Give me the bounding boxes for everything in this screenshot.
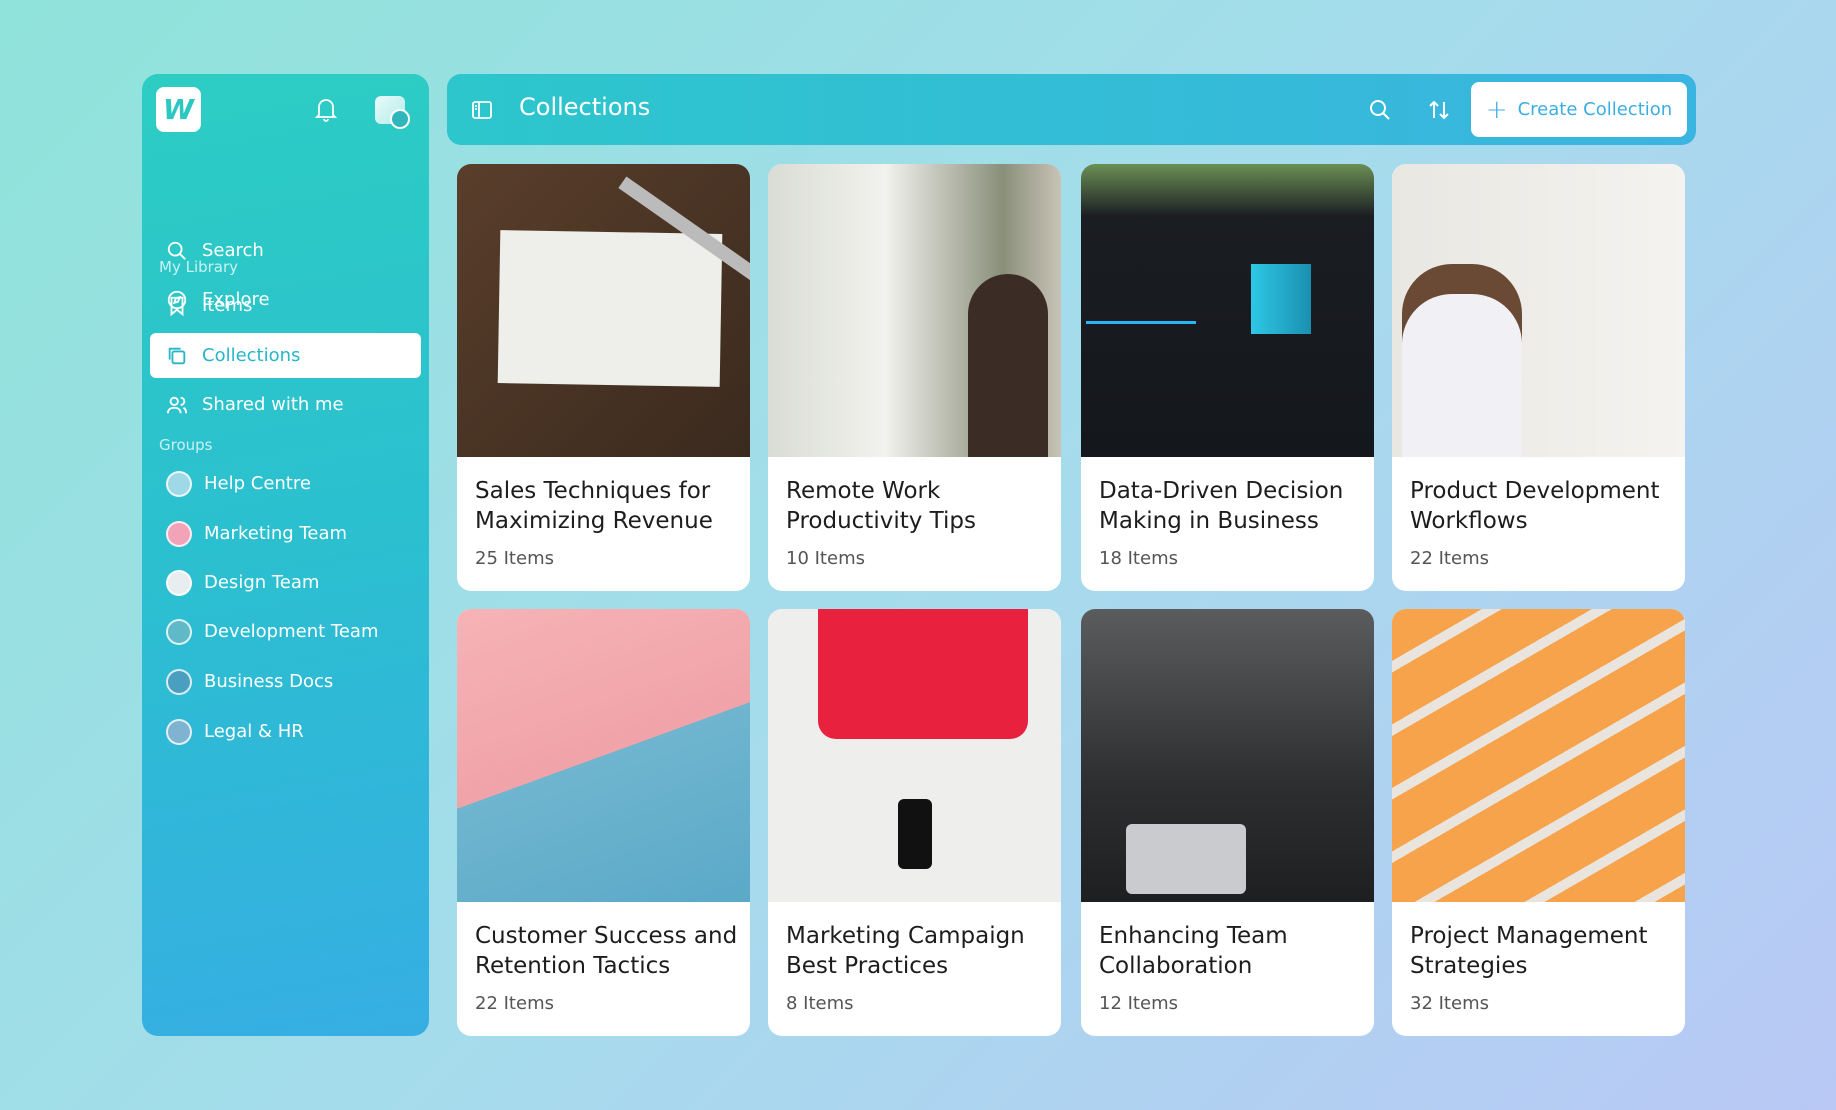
collection-image bbox=[1081, 164, 1374, 457]
collection-image bbox=[457, 609, 750, 902]
group-label: Business Docs bbox=[204, 671, 334, 692]
plus-icon: + bbox=[1485, 94, 1508, 125]
my-library-heading: My Library bbox=[159, 258, 239, 276]
group-avatar-icon bbox=[166, 618, 192, 645]
collection-title: Marketing Campaign Best Practices bbox=[786, 923, 1025, 979]
collection-card[interactable]: Product Development Workflows 22 Items bbox=[1392, 164, 1685, 591]
app-logo[interactable]: W bbox=[156, 87, 201, 132]
group-label: Legal & HR bbox=[204, 721, 304, 742]
group-label: Marketing Team bbox=[204, 523, 348, 544]
collection-title: Project Management Strategies bbox=[1410, 923, 1648, 979]
collection-title: Product Development Workflows bbox=[1410, 478, 1660, 534]
collection-count: 12 Items bbox=[1099, 993, 1178, 1014]
collection-image bbox=[768, 609, 1061, 902]
collection-card[interactable]: Marketing Campaign Best Practices 8 Item… bbox=[768, 609, 1061, 1036]
collection-card[interactable]: Enhancing Team Collaboration 12 Items bbox=[1081, 609, 1374, 1036]
collection-image bbox=[1081, 609, 1374, 902]
sort-icon[interactable] bbox=[1427, 98, 1451, 122]
group-label: Development Team bbox=[204, 621, 379, 642]
page-title: Collections bbox=[519, 93, 651, 121]
group-label: Design Team bbox=[204, 572, 320, 593]
collection-count: 8 Items bbox=[786, 993, 854, 1014]
sidebar: W Search Explore My Library Items Collec… bbox=[142, 74, 429, 1036]
bookmark-icon bbox=[170, 296, 184, 316]
groups-heading: Groups bbox=[159, 436, 213, 454]
sidebar-item-label: Shared with me bbox=[202, 394, 344, 415]
collection-image bbox=[1392, 164, 1685, 457]
collection-count: 25 Items bbox=[475, 548, 554, 569]
collection-count: 10 Items bbox=[786, 548, 865, 569]
header-bar: Collections + Create Collection bbox=[447, 74, 1696, 145]
group-avatar-icon bbox=[166, 520, 192, 547]
group-legal-hr[interactable]: Legal & HR bbox=[150, 709, 421, 754]
collection-title: Remote Work Productivity Tips bbox=[786, 478, 976, 534]
sidebar-item-shared[interactable]: Shared with me bbox=[150, 382, 421, 427]
collection-count: 18 Items bbox=[1099, 548, 1178, 569]
sidebar-item-collections[interactable]: Collections bbox=[150, 333, 421, 378]
collection-title: Customer Success and Retention Tactics bbox=[475, 923, 738, 979]
collection-image bbox=[1392, 609, 1685, 902]
sidebar-item-items[interactable]: Items bbox=[150, 283, 421, 328]
collection-title: Enhancing Team Collaboration bbox=[1099, 923, 1288, 979]
group-development-team[interactable]: Development Team bbox=[150, 609, 421, 654]
collection-count: 22 Items bbox=[475, 993, 554, 1014]
collection-card[interactable]: Sales Techniques for Maximizing Revenue … bbox=[457, 164, 750, 591]
collection-title: Data-Driven Decision Making in Business bbox=[1099, 478, 1344, 534]
users-icon bbox=[166, 396, 188, 413]
create-collection-label: Create Collection bbox=[1517, 99, 1673, 120]
group-business-docs[interactable]: Business Docs bbox=[150, 659, 421, 704]
create-collection-button[interactable]: + Create Collection bbox=[1471, 82, 1687, 137]
user-avatar[interactable] bbox=[375, 96, 410, 129]
search-icon[interactable] bbox=[1368, 98, 1392, 122]
sidebar-toggle-icon[interactable] bbox=[470, 98, 494, 122]
collection-card[interactable]: Customer Success and Retention Tactics 2… bbox=[457, 609, 750, 1036]
group-avatar-icon bbox=[166, 470, 192, 497]
collection-card[interactable]: Remote Work Productivity Tips 10 Items bbox=[768, 164, 1061, 591]
group-design-team[interactable]: Design Team bbox=[150, 560, 421, 605]
collection-image bbox=[457, 164, 750, 457]
collection-image bbox=[768, 164, 1061, 457]
group-help-centre[interactable]: Help Centre bbox=[150, 461, 421, 506]
sidebar-item-label: Collections bbox=[202, 345, 301, 366]
collection-count: 22 Items bbox=[1410, 548, 1489, 569]
group-avatar-icon bbox=[166, 569, 192, 596]
group-avatar-icon bbox=[166, 718, 192, 745]
collection-count: 32 Items bbox=[1410, 993, 1489, 1014]
collection-card[interactable]: Data-Driven Decision Making in Business … bbox=[1081, 164, 1374, 591]
group-avatar-icon bbox=[166, 668, 192, 695]
group-label: Help Centre bbox=[204, 473, 311, 494]
group-marketing-team[interactable]: Marketing Team bbox=[150, 511, 421, 556]
sidebar-item-label: Items bbox=[202, 295, 253, 316]
collection-title: Sales Techniques for Maximizing Revenue bbox=[475, 478, 713, 534]
bell-icon[interactable] bbox=[314, 96, 338, 122]
collection-card[interactable]: Project Management Strategies 32 Items bbox=[1392, 609, 1685, 1036]
collections-icon bbox=[168, 347, 186, 364]
